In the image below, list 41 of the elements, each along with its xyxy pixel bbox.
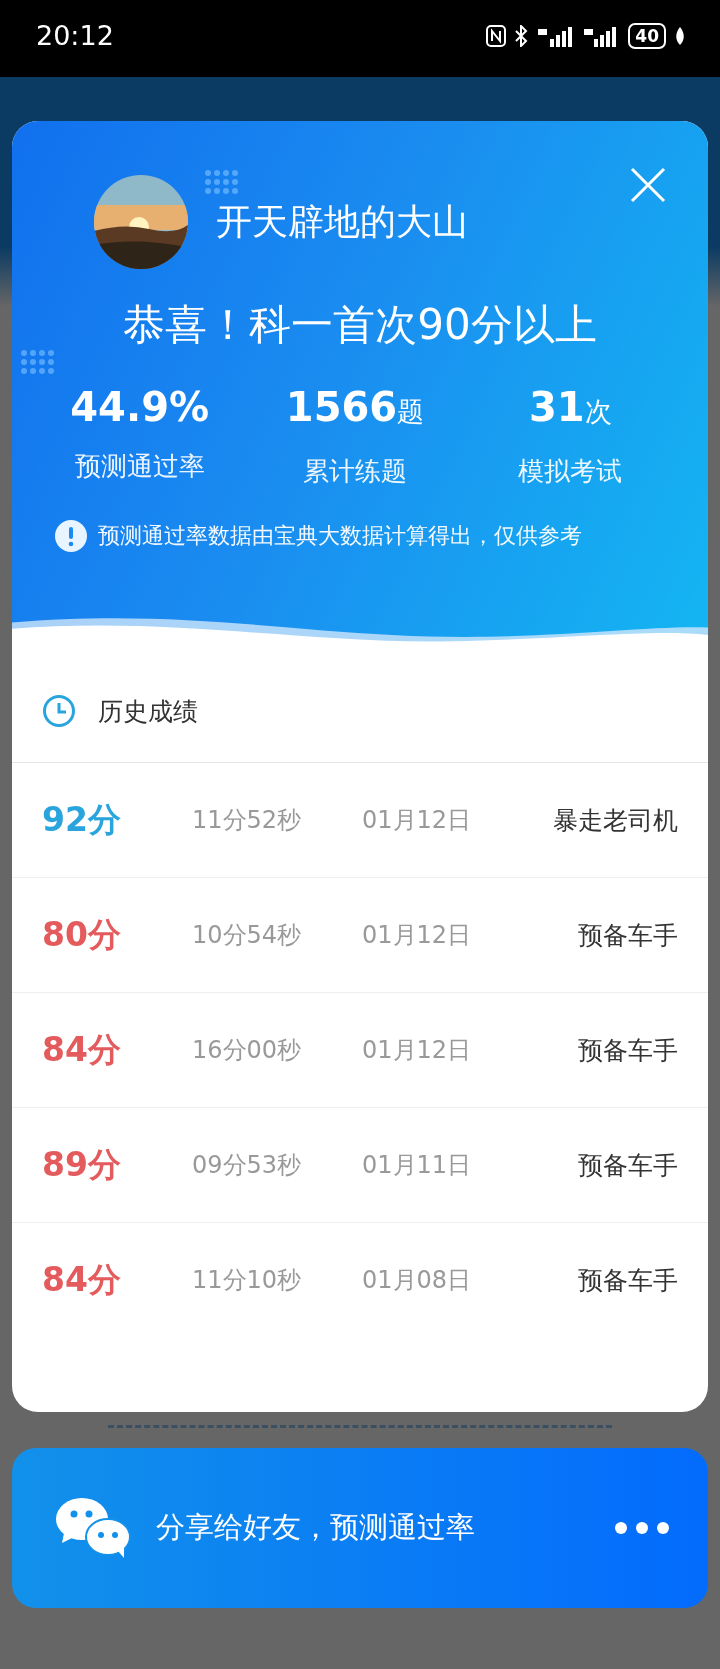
duration-text: 16分00秒 [192,1035,303,1066]
stat-label: 累计练题 [303,455,407,488]
duration-text: 11分52秒 [192,805,303,836]
more-icon[interactable] [614,1521,670,1535]
section-title: 历史成绩 [98,695,198,728]
date-text: 01月12日 [362,805,473,836]
date-text: 01月11日 [362,1150,473,1181]
user-name: 开天辟地的大山 [216,199,468,244]
date-text: 01月08日 [362,1265,473,1296]
duration-text: 11分10秒 [192,1265,303,1296]
info-icon [54,519,88,553]
share-button[interactable]: 分享给好友，预测通过率 [12,1448,708,1608]
status-time: 20:12 [36,20,114,51]
stat-label: 模拟考试 [518,455,623,488]
score-value: 84分 [42,1258,122,1301]
close-button[interactable] [628,165,668,205]
stat-label: 预测通过率 [74,450,205,483]
score-value: 80分 [42,913,122,956]
stat-value: 31次 [529,383,612,432]
rank-title: 预备车手 [578,1264,678,1297]
rank-title: 预备车手 [578,919,678,952]
duration-text: 10分54秒 [192,920,303,951]
score-value: 84分 [42,1028,122,1071]
nfc-icon [486,24,507,47]
score-value: 92分 [42,798,122,841]
rank-title: 预备车手 [578,1034,678,1067]
duration-text: 09分53秒 [192,1150,303,1181]
bluetooth-icon [514,24,529,47]
chat-icon [56,1497,132,1559]
rank-title: 暴走老司机 [553,804,678,837]
headline: 恭喜！科一首次90分以上 [122,299,598,351]
clock-icon [42,694,76,728]
rank-title: 预备车手 [578,1149,678,1182]
stat-value: 1566题 [285,383,425,432]
date-text: 01月12日 [362,920,473,951]
stat-value: 44.9% [70,383,210,431]
battery-level: 40 [628,22,666,49]
disclaimer-text: 预测通过率数据由宝典大数据计算得出，仅供参考 [98,522,582,550]
leaf-icon [674,25,686,46]
score-value: 89分 [42,1143,122,1186]
date-text: 01月12日 [362,1035,473,1066]
